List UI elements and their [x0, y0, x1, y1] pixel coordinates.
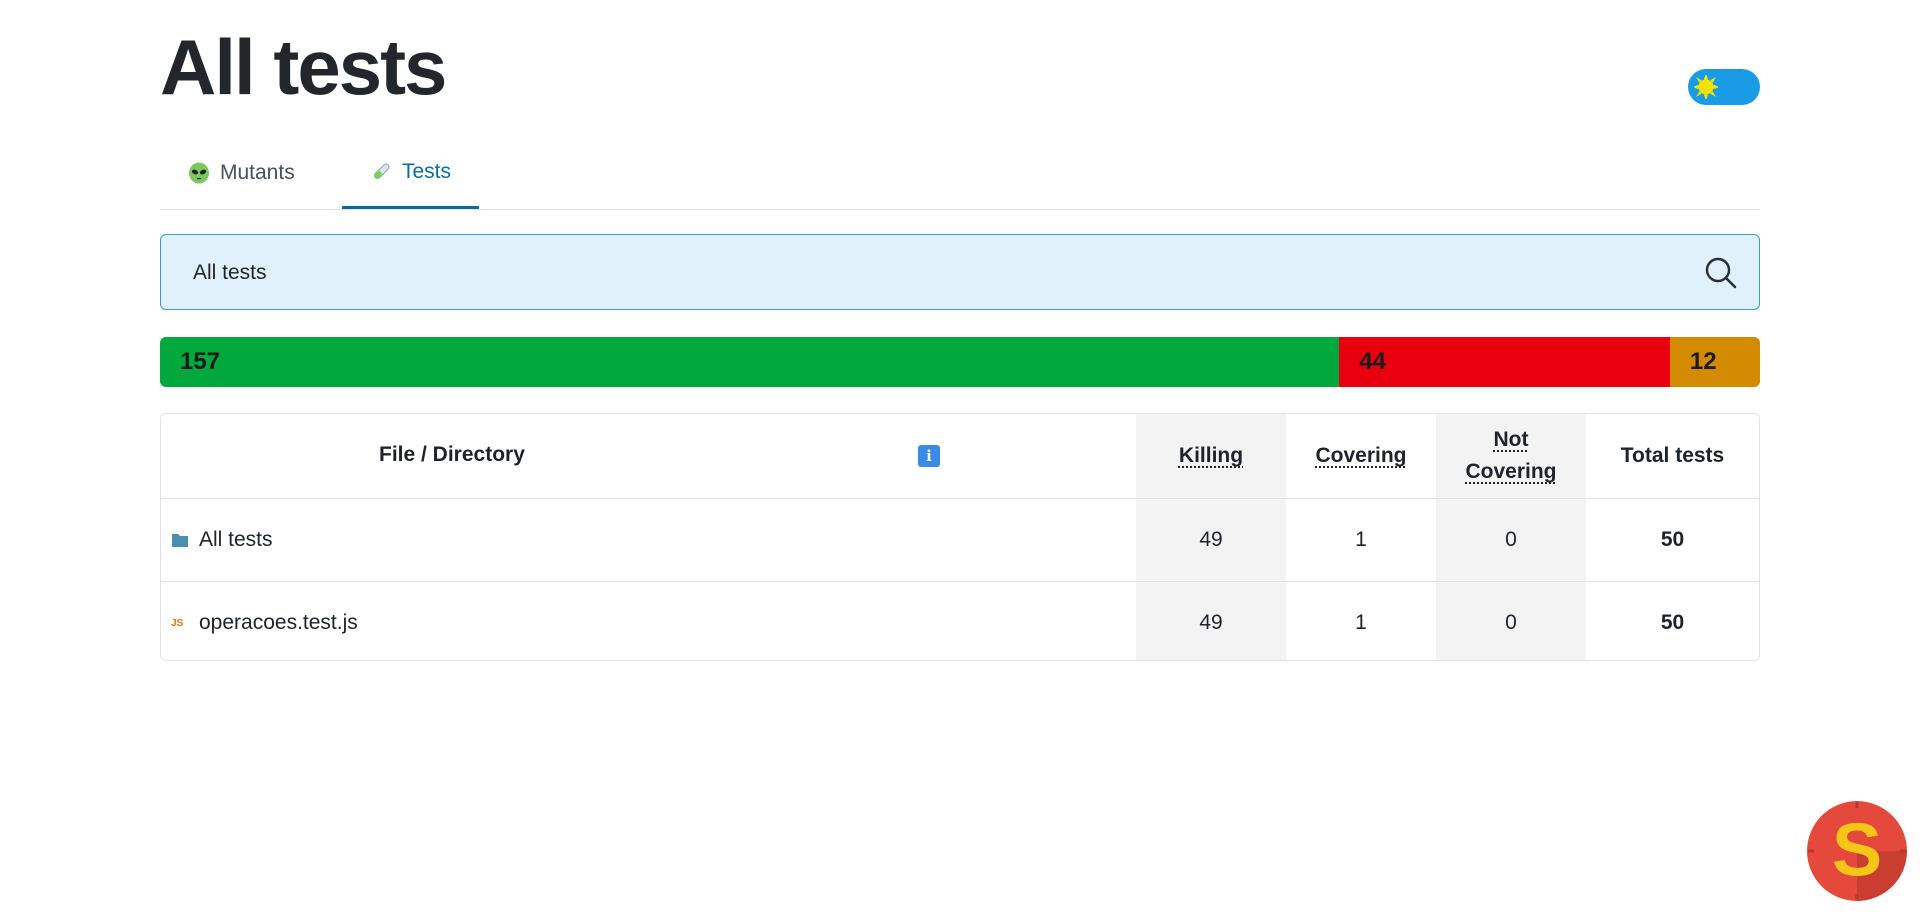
sun-icon	[1694, 75, 1718, 99]
file-directory-label: File / Directory	[379, 443, 525, 466]
file-name[interactable]: operacoes.test.js	[199, 611, 358, 635]
covering-header[interactable]: Covering	[1286, 414, 1436, 499]
info-icon[interactable]: i	[918, 445, 940, 467]
total-tests-header: Total tests	[1586, 414, 1759, 499]
tab-bar: Mutants Tests	[160, 138, 1760, 210]
alien-icon	[189, 162, 209, 184]
test-tube-icon	[373, 163, 390, 180]
killing-cell: 49	[1136, 498, 1286, 582]
javascript-file-icon: JS	[171, 617, 184, 629]
killing-label: Killing	[1178, 444, 1244, 467]
file-directory-header: File / Directory i	[161, 414, 1136, 499]
covering-cell: 1	[1286, 581, 1436, 660]
killed-segment: 157	[160, 337, 1340, 387]
stryker-logo: S	[1807, 801, 1907, 901]
theme-toggle[interactable]	[1688, 69, 1760, 105]
test-table: File / Directory i Killing Covering Not …	[160, 413, 1760, 661]
status-count: 12	[1689, 348, 1717, 375]
table-row[interactable]: JS operacoes.test.js 49 1 0 50	[161, 581, 1759, 660]
file-name-cell[interactable]: JS operacoes.test.js	[161, 581, 1136, 660]
covering-cell: 1	[1286, 498, 1436, 582]
killing-header[interactable]: Killing	[1136, 414, 1286, 499]
survived-segment: 44	[1339, 337, 1670, 387]
folder-icon	[172, 534, 188, 547]
table-header-row: File / Directory i Killing Covering Not …	[161, 414, 1759, 499]
status-count: 157	[180, 348, 221, 375]
file-name[interactable]: All tests	[199, 528, 273, 552]
not-covering-cell: 0	[1436, 498, 1586, 582]
total-tests-label: Total tests	[1620, 444, 1725, 467]
not-covering-cell: 0	[1436, 581, 1586, 660]
total-tests-cell: 50	[1586, 498, 1759, 582]
not-covering-header[interactable]: Not Covering	[1436, 414, 1586, 499]
logo-letter: S	[1832, 807, 1882, 891]
covering-label: Covering	[1315, 444, 1407, 467]
tab-tests-label: Tests	[402, 160, 452, 183]
tab-mutants-label: Mutants	[220, 161, 295, 184]
table-row[interactable]: All tests 49 1 0 50	[161, 498, 1759, 582]
status-count: 44	[1359, 348, 1387, 375]
search-icon[interactable]	[1705, 257, 1737, 289]
killing-cell: 49	[1136, 581, 1286, 660]
search-box	[160, 234, 1760, 310]
search-input[interactable]	[191, 255, 1675, 291]
not-covering-label-line2: Covering	[1465, 460, 1557, 483]
test-status-bar: 157 44 12	[160, 337, 1760, 387]
tab-tests[interactable]: Tests	[342, 138, 480, 209]
file-name-cell[interactable]: All tests	[161, 498, 1136, 582]
not-covering-label-line1: Not	[1493, 428, 1529, 451]
page-title: All tests	[160, 23, 447, 111]
tab-mutants[interactable]: Mutants	[160, 138, 323, 208]
no-coverage-segment: 12	[1669, 337, 1760, 387]
total-tests-cell: 50	[1586, 581, 1759, 660]
